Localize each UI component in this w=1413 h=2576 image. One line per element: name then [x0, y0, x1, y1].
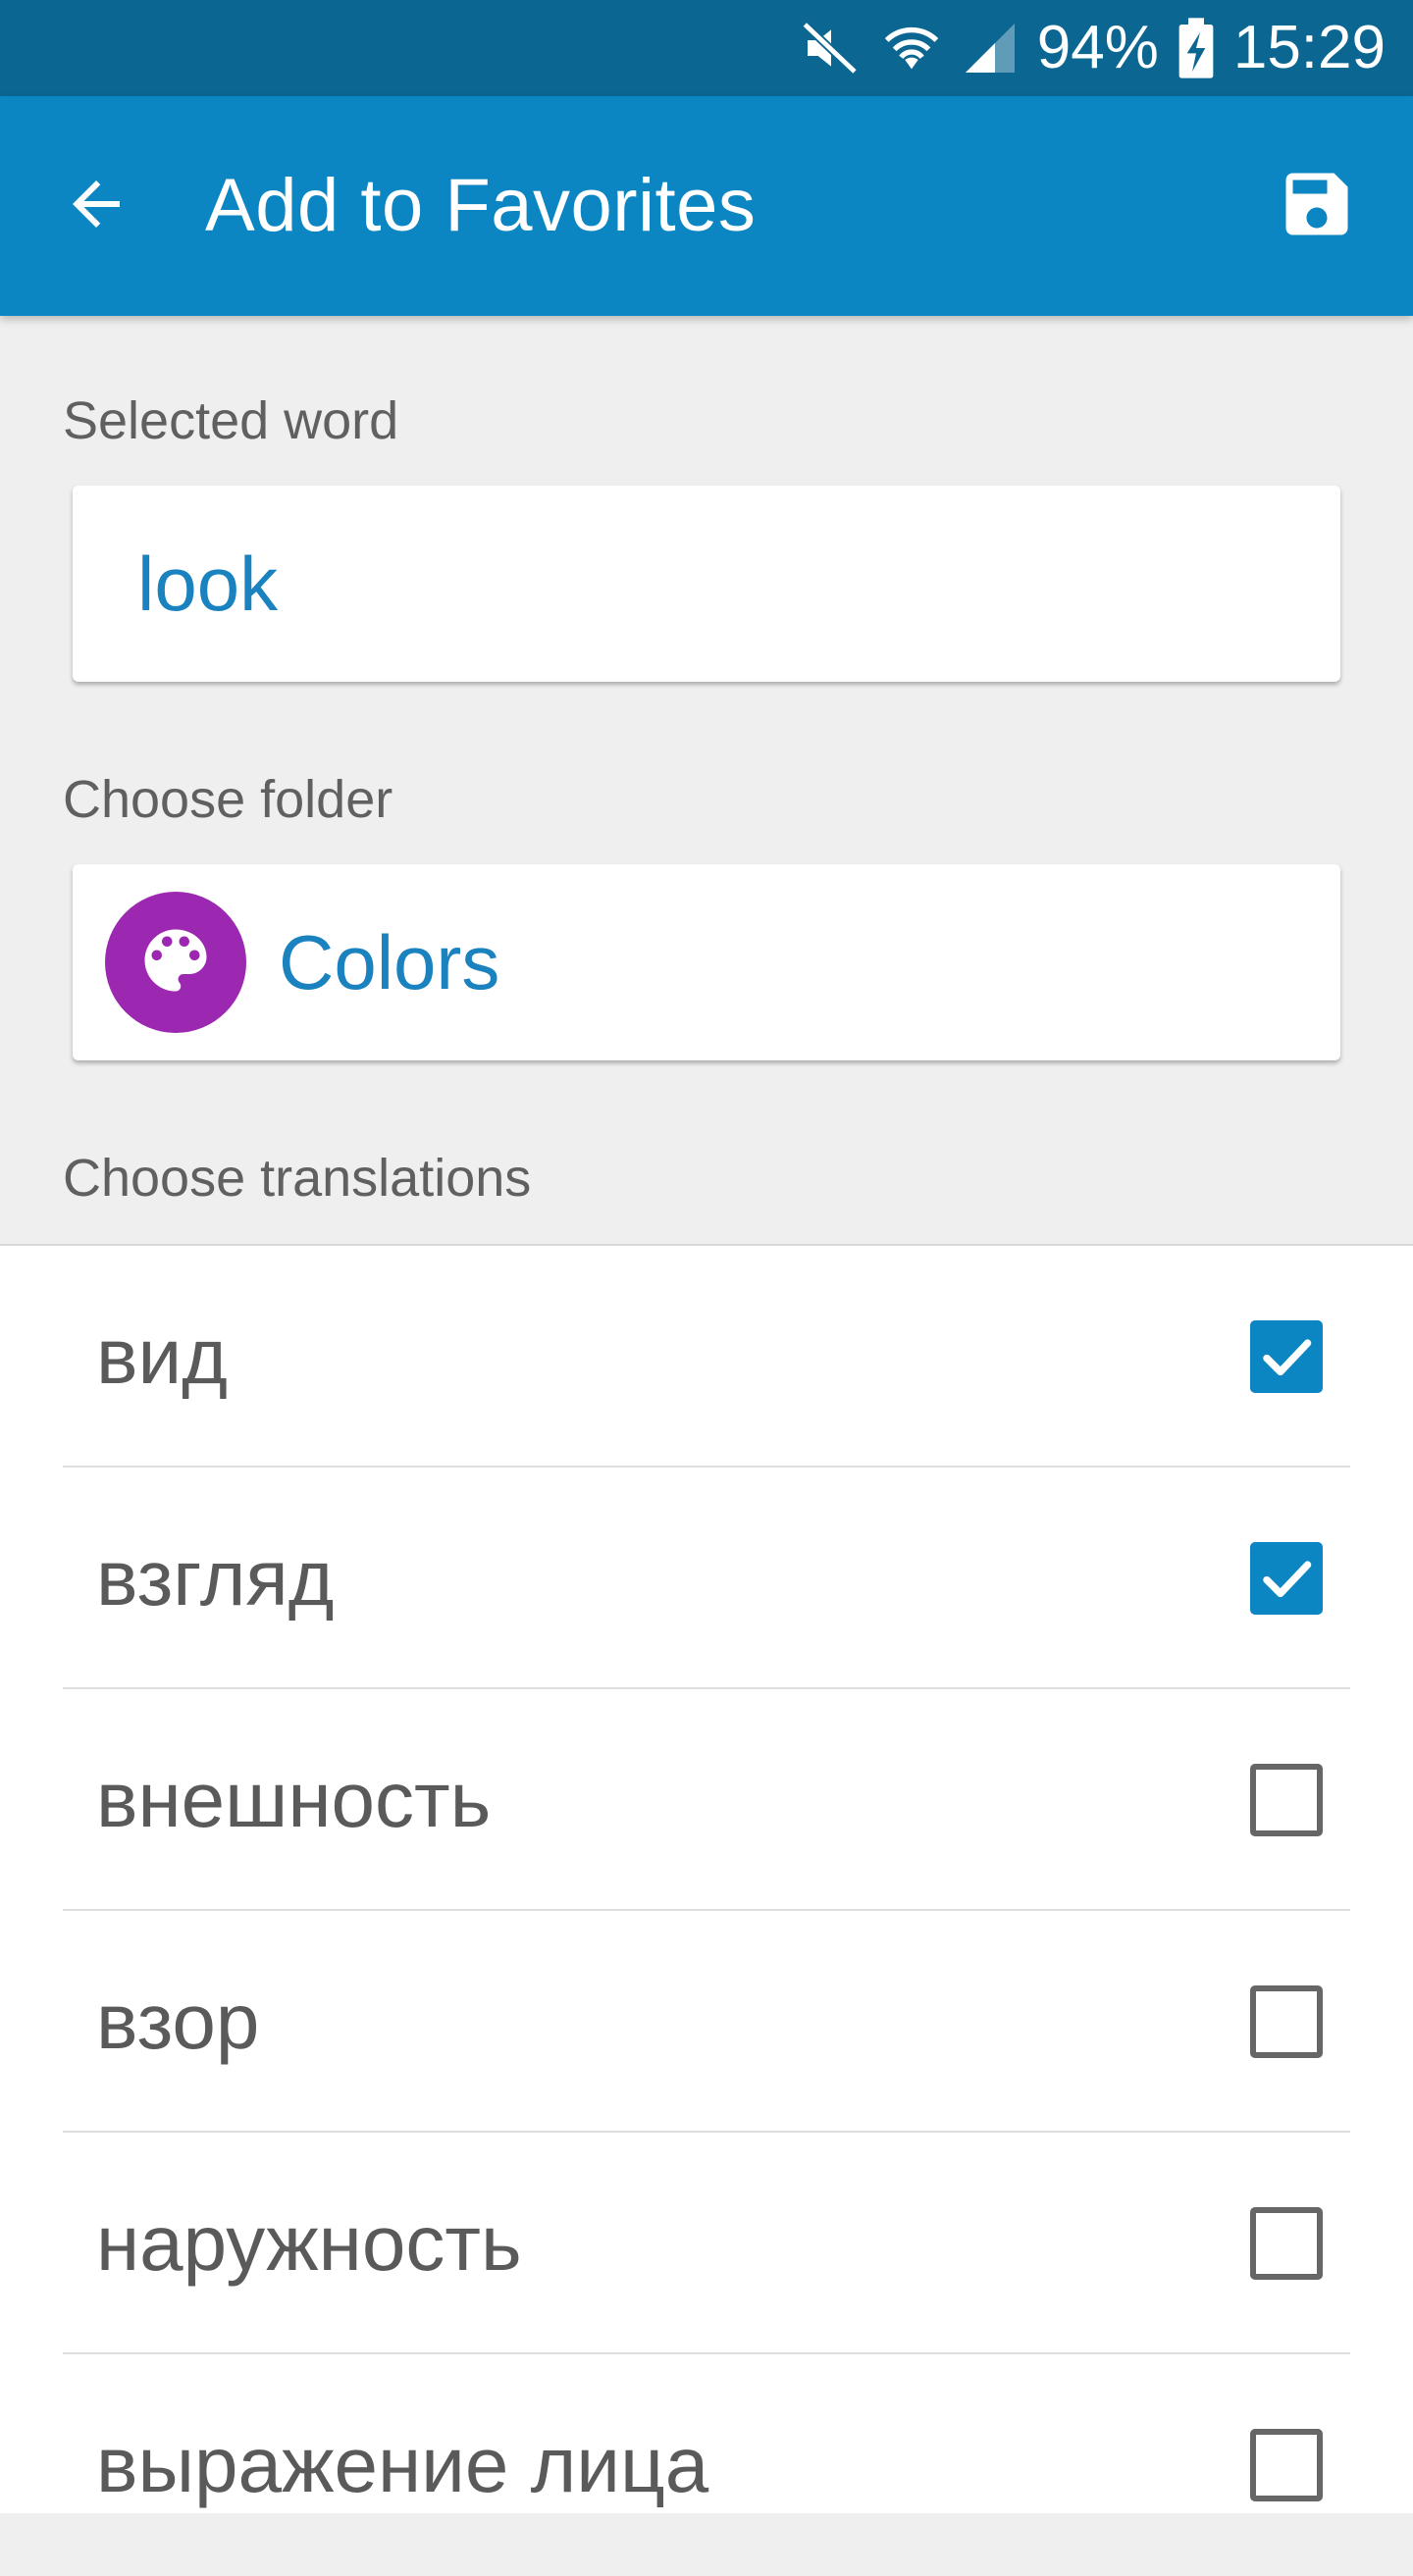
wifi-icon	[880, 17, 943, 79]
selected-word-field[interactable]: look	[73, 486, 1340, 682]
folder-name: Colors	[279, 919, 500, 1005]
app-bar: Add to Favorites	[0, 96, 1413, 316]
translation-checkbox[interactable]	[1250, 1985, 1323, 2058]
choose-translations-label: Choose translations	[63, 1149, 532, 1208]
folder-avatar	[105, 892, 246, 1033]
translation-text: взгляд	[96, 1534, 335, 1622]
save-button[interactable]	[1276, 165, 1358, 247]
list-item[interactable]: наружность	[63, 2133, 1350, 2354]
choose-folder-label: Choose folder	[63, 770, 393, 829]
translation-checkbox[interactable]	[1250, 1320, 1323, 1393]
list-item[interactable]: внешность	[63, 1689, 1350, 1911]
list-item[interactable]: выражение лица	[63, 2354, 1350, 2576]
selected-word-value: look	[137, 541, 279, 627]
status-icons: 94% 15:29	[800, 0, 1386, 96]
save-icon	[1276, 163, 1358, 250]
signal-icon	[961, 17, 1020, 79]
palette-icon	[134, 919, 217, 1006]
mute-icon	[800, 17, 863, 79]
check-icon	[1263, 1339, 1312, 1376]
translation-text: выражение лица	[96, 2421, 709, 2508]
list-item[interactable]: взор	[63, 1911, 1350, 2133]
back-button[interactable]	[55, 165, 137, 247]
translations-list: вид взгляд внешность взор наружность выр…	[0, 1244, 1413, 2513]
translation-text: вид	[96, 1313, 228, 1400]
selected-word-label: Selected word	[63, 391, 399, 450]
translation-text: наружность	[96, 2199, 522, 2287]
folder-selector[interactable]: Colors	[73, 864, 1340, 1060]
list-item[interactable]: взгляд	[63, 1468, 1350, 1689]
translation-checkbox[interactable]	[1250, 2207, 1323, 2280]
translation-text: взор	[96, 1978, 260, 2065]
battery-percent: 94%	[1036, 14, 1159, 81]
arrow-back-icon	[61, 169, 131, 244]
clock: 15:29	[1232, 14, 1386, 81]
translation-checkbox[interactable]	[1250, 1542, 1323, 1615]
translation-checkbox[interactable]	[1250, 2429, 1323, 2501]
translation-text: внешность	[96, 1756, 492, 1843]
status-bar: 94% 15:29	[0, 0, 1413, 96]
page-title: Add to Favorites	[205, 164, 757, 247]
translation-checkbox[interactable]	[1250, 1764, 1323, 1836]
list-item[interactable]: вид	[63, 1246, 1350, 1468]
battery-charging-icon	[1177, 17, 1216, 79]
check-icon	[1263, 1561, 1312, 1598]
